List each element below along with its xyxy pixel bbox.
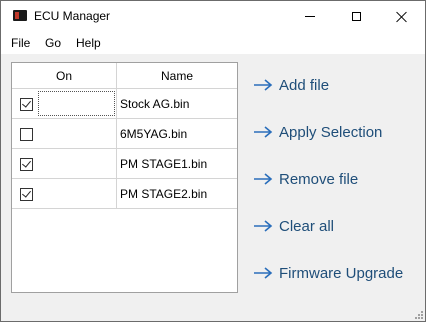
enable-checkbox[interactable]: [20, 188, 33, 201]
add-file-label: Add file: [279, 76, 330, 94]
file-name-cell[interactable]: PM STAGE2.bin: [117, 179, 237, 208]
title-bar[interactable]: ECU Manager: [1, 1, 425, 32]
grip-dot: [418, 314, 420, 316]
window-title: ECU Manager: [34, 9, 111, 23]
minimize-icon: [305, 16, 315, 17]
table-row[interactable]: PM STAGE1.bin: [12, 149, 237, 179]
column-header-on[interactable]: On: [12, 63, 117, 88]
on-cell[interactable]: [12, 149, 117, 178]
grip-dot: [421, 314, 423, 316]
table-row[interactable]: PM STAGE2.bin: [12, 179, 237, 209]
minimize-button[interactable]: [287, 1, 333, 32]
add-file-button[interactable]: Add file: [253, 73, 329, 97]
enable-checkbox[interactable]: [20, 98, 33, 111]
arrow-right-icon: [254, 267, 273, 279]
maximize-icon: [351, 12, 361, 21]
enable-checkbox[interactable]: [20, 128, 33, 141]
grip-dot: [418, 317, 420, 319]
arrow-right-icon: [254, 126, 273, 138]
clear-all-button[interactable]: Clear all: [253, 214, 334, 238]
column-header-name[interactable]: Name: [117, 63, 237, 88]
file-grid[interactable]: On Name Stock AG.bin 6M5YAG.bin PM STAGE1.…: [11, 62, 238, 293]
app-icon: [13, 10, 27, 21]
table-row[interactable]: 6M5YAG.bin: [12, 119, 237, 149]
remove-file-button[interactable]: Remove file: [253, 167, 358, 191]
resize-grip-icon[interactable]: [413, 309, 423, 319]
clear-all-label: Clear all: [279, 217, 335, 235]
on-cell[interactable]: [12, 119, 117, 148]
close-button[interactable]: [379, 1, 425, 32]
on-cell[interactable]: [12, 179, 117, 208]
close-icon: [396, 11, 408, 23]
arrow-right-icon: [254, 173, 273, 185]
apply-selection-label: Apply Selection: [279, 123, 383, 141]
grip-dot: [415, 317, 417, 319]
menu-help[interactable]: Help: [76, 36, 101, 50]
grip-dot: [421, 311, 423, 313]
arrow-right-icon: [254, 79, 273, 91]
enable-checkbox[interactable]: [20, 158, 33, 171]
on-cell[interactable]: [12, 89, 117, 118]
menu-file[interactable]: File: [11, 36, 30, 50]
remove-file-label: Remove file: [279, 170, 359, 188]
arrow-right-icon: [254, 220, 273, 232]
apply-selection-button[interactable]: Apply Selection: [253, 120, 382, 144]
checkmark-icon: [22, 158, 31, 168]
maximize-button[interactable]: [333, 1, 379, 32]
menu-bar: File Go Help: [1, 32, 425, 54]
grid-header: On Name: [12, 63, 237, 89]
ecu-manager-window: ECU Manager File Go Help On Name Stock A…: [0, 0, 426, 322]
checkmark-icon: [22, 188, 31, 198]
file-name-cell[interactable]: Stock AG.bin: [117, 89, 237, 118]
menu-go[interactable]: Go: [45, 36, 61, 50]
table-row[interactable]: Stock AG.bin: [12, 89, 237, 119]
checkmark-icon: [22, 98, 31, 108]
file-name-cell[interactable]: PM STAGE1.bin: [117, 149, 237, 178]
focused-cell[interactable]: [38, 91, 115, 116]
grip-dot: [421, 317, 423, 319]
firmware-upgrade-button[interactable]: Firmware Upgrade: [253, 261, 403, 285]
file-name-cell[interactable]: 6M5YAG.bin: [117, 119, 237, 148]
firmware-upgrade-label: Firmware Upgrade: [279, 264, 404, 282]
